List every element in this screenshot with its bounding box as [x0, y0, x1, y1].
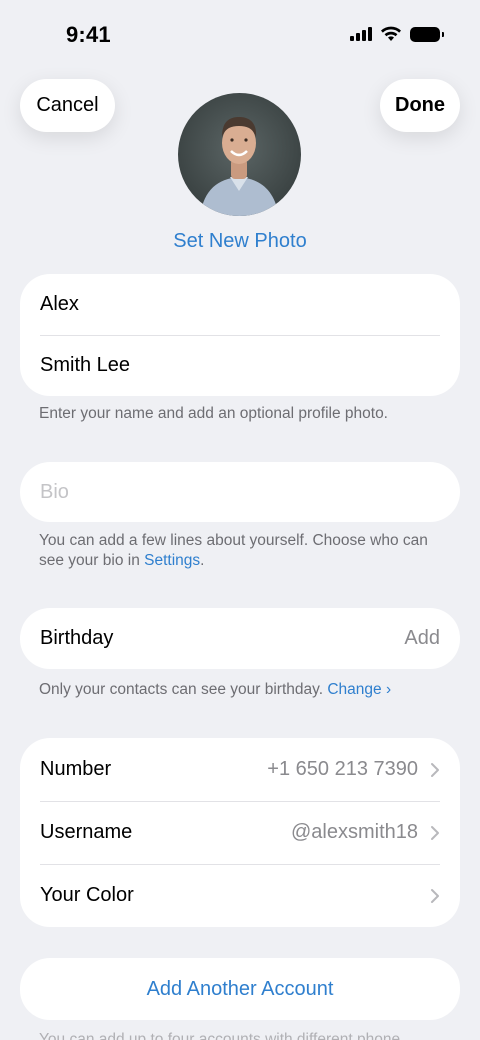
cellular-signal-icon [350, 27, 372, 41]
bio-card: Bio [20, 462, 460, 522]
chevron-right-icon [430, 888, 440, 904]
birthday-row[interactable]: Birthday Add [20, 608, 460, 669]
first-name-value: Alex [40, 293, 79, 315]
first-name-field[interactable]: Alex [20, 274, 460, 335]
chevron-right-icon [430, 825, 440, 841]
birthday-footnote: Only your contacts can see your birthday… [39, 680, 439, 700]
status-bar: 9:41 [0, 0, 480, 70]
number-row[interactable]: Number +1 650 213 7390 [20, 738, 460, 801]
account-info-card: Number +1 650 213 7390 Username @alexsmi… [20, 738, 460, 927]
username-label: Username [40, 821, 133, 843]
bio-footnote: You can add a few lines about yourself. … [39, 531, 439, 571]
battery-icon [410, 26, 444, 42]
chevron-right-icon: › [385, 681, 392, 698]
name-footnote: Enter your name and add an optional prof… [39, 405, 388, 422]
bio-footnote-end: . [200, 552, 205, 569]
change-link[interactable]: Change › [327, 681, 391, 698]
status-time: 9:41 [66, 22, 111, 47]
person-photo-icon [200, 117, 279, 216]
birthday-card: Birthday Add [20, 608, 460, 669]
number-value: +1 650 213 7390 [267, 758, 418, 780]
cancel-button[interactable]: Cancel [20, 79, 115, 132]
username-value: @alexsmith18 [290, 821, 418, 843]
birthday-label: Birthday [40, 627, 114, 649]
username-row[interactable]: Username @alexsmith18 [20, 801, 460, 864]
profile-photo-avatar[interactable] [178, 93, 301, 216]
birthday-value: Add [404, 627, 440, 649]
bio-field[interactable]: Bio [20, 462, 460, 523]
last-name-value: Smith Lee [40, 354, 131, 376]
birthday-footnote-text: Only your contacts can see your birthday… [39, 681, 328, 698]
set-new-photo-link[interactable]: Set New Photo [0, 230, 480, 253]
your-color-label: Your Color [40, 884, 134, 906]
accounts-footnote: You can add up to four accounts with dif… [39, 1031, 401, 1040]
bio-placeholder: Bio [40, 481, 69, 503]
done-button[interactable]: Done [380, 79, 460, 132]
settings-link[interactable]: Settings [144, 552, 200, 569]
your-color-row[interactable]: Your Color [20, 864, 460, 927]
chevron-right-icon [430, 762, 440, 778]
number-label: Number [40, 758, 112, 780]
change-link-label: Change [327, 681, 382, 698]
wifi-icon [381, 26, 401, 41]
status-icons [350, 26, 444, 42]
last-name-field[interactable]: Smith Lee [20, 335, 460, 396]
add-another-account-button[interactable]: Add Another Account [20, 958, 460, 1020]
bio-footnote-text: You can add a few lines about yourself. … [39, 532, 428, 569]
name-card: Alex Smith Lee [20, 274, 460, 396]
